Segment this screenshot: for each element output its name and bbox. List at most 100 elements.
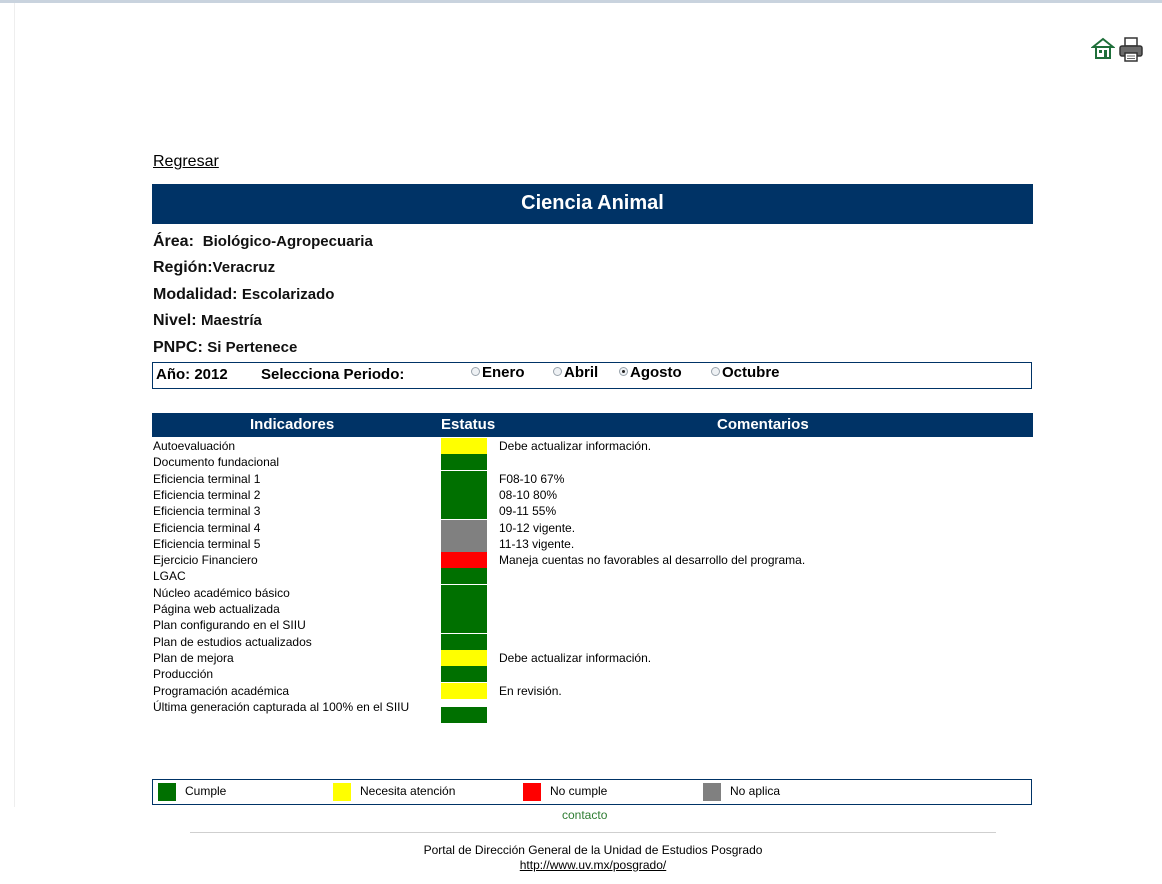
area-label: Área: bbox=[153, 233, 194, 250]
legend-label: No aplica bbox=[730, 784, 781, 798]
table-row: Página web actualizada bbox=[153, 601, 1033, 617]
table-row: Eficiencia terminal 2 08-10 80% bbox=[153, 486, 1033, 503]
period-select-label: Selecciona Periodo: bbox=[261, 366, 405, 383]
comment-text: En revisión. bbox=[499, 683, 562, 698]
table-row: Eficiencia terminal 3 09-11 55% bbox=[153, 503, 1033, 520]
home-icon[interactable] bbox=[1091, 36, 1115, 64]
indicator-name: Eficiencia terminal 5 bbox=[153, 536, 261, 551]
indicator-name: Eficiencia terminal 4 bbox=[153, 520, 261, 535]
legend-item-cumple: Cumple bbox=[158, 783, 226, 801]
status-cell bbox=[441, 535, 487, 552]
radio-agosto[interactable] bbox=[619, 367, 628, 376]
period-option-label: Abril bbox=[564, 364, 599, 381]
radio-enero[interactable] bbox=[471, 367, 480, 376]
status-cell bbox=[441, 601, 487, 617]
contact-link[interactable]: contacto bbox=[562, 808, 607, 822]
period-option-label: Enero bbox=[482, 364, 525, 381]
legend-item-no-aplica: No aplica bbox=[703, 783, 780, 801]
table-row: Núcleo académico básico bbox=[153, 584, 1033, 601]
comment-text: 11-13 vigente. bbox=[499, 536, 575, 551]
nivel-label: Nivel: bbox=[153, 312, 197, 329]
comment-text: Debe actualizar información. bbox=[499, 439, 652, 453]
footer-portal-text: Portal de Dirección General de la Unidad… bbox=[423, 843, 763, 857]
legend: Cumple Necesita atención No cumple No ap… bbox=[152, 779, 1032, 805]
status-cell bbox=[441, 617, 487, 634]
indicator-name: Autoevaluación bbox=[153, 439, 236, 453]
status-cell bbox=[441, 519, 487, 536]
table-row: Producción bbox=[153, 666, 1033, 683]
region-value: Veracruz bbox=[212, 259, 276, 276]
header-icons bbox=[1091, 36, 1145, 64]
modalidad-label: Modalidad: bbox=[153, 286, 238, 303]
radio-octubre[interactable] bbox=[711, 367, 720, 376]
nivel-row: Nivel: Maestría bbox=[153, 312, 262, 330]
period-option-label: Octubre bbox=[722, 364, 780, 381]
left-border bbox=[14, 3, 15, 807]
pnpc-row: PNPC: Si Pertenece bbox=[153, 339, 297, 357]
status-cell bbox=[441, 552, 487, 569]
period-option-enero[interactable]: Enero bbox=[471, 364, 525, 381]
footer-divider bbox=[190, 832, 996, 833]
table-row: Ejercicio Financiero Maneja cuentas no fa… bbox=[153, 552, 1033, 569]
legend-label: No cumple bbox=[550, 784, 608, 798]
legend-label: Cumple bbox=[185, 784, 227, 798]
table-row: LGAC bbox=[153, 568, 1033, 585]
table-row: Eficiencia terminal 4 10-12 vigente. bbox=[153, 519, 1033, 536]
radio-abril[interactable] bbox=[553, 367, 562, 376]
comment-text: Maneja cuentas no favorables al desarrol… bbox=[499, 553, 806, 568]
status-cell bbox=[441, 649, 487, 666]
program-title: Ciencia Animal bbox=[152, 184, 1033, 224]
indicator-name: Plan de mejora bbox=[153, 650, 234, 665]
table-row: Programación académica En revisión. bbox=[153, 682, 1033, 699]
comment-text: F08-10 67% bbox=[499, 471, 565, 486]
back-link[interactable]: Regresar bbox=[153, 153, 219, 171]
indicators-table-header: Indicadores Estatus Comentarios bbox=[152, 413, 1033, 437]
indicator-name: Eficiencia terminal 1 bbox=[153, 471, 261, 486]
indicator-name: Plan de estudios actualizados bbox=[153, 634, 312, 649]
legend-item-necesita-atencion: Necesita atención bbox=[333, 783, 455, 801]
indicator-name: Documento fundacional bbox=[153, 455, 280, 470]
period-option-abril[interactable]: Abril bbox=[553, 364, 598, 381]
table-row: Eficiencia terminal 5 11-13 vigente. bbox=[153, 535, 1033, 552]
period-selector: Año: 2012 Selecciona Periodo: Enero Abri… bbox=[152, 362, 1032, 389]
status-cell bbox=[441, 454, 487, 471]
table-row: Eficiencia terminal 1 F08-10 67% bbox=[153, 470, 1033, 487]
status-cell bbox=[441, 706, 487, 723]
indicator-name: Núcleo académico básico bbox=[153, 585, 290, 600]
table-row: Plan de estudios actualizados bbox=[153, 633, 1033, 650]
table-row: Última generación capturada al 100% en e… bbox=[153, 699, 1033, 731]
area-value: Biológico-Agropecuaria bbox=[202, 233, 373, 250]
legend-item-no-cumple: No cumple bbox=[523, 783, 607, 801]
indicator-name: LGAC bbox=[153, 569, 186, 584]
header-indicadores: Indicadores bbox=[250, 416, 335, 433]
status-cell bbox=[441, 438, 487, 454]
footer-portal-link[interactable]: http://www.uv.mx/posgrado/ bbox=[520, 858, 667, 872]
table-row: Plan de mejora Debe actualizar informació… bbox=[153, 649, 1033, 666]
comment-text: 10-12 vigente. bbox=[499, 520, 576, 535]
period-option-agosto[interactable]: Agosto bbox=[619, 364, 682, 381]
indicator-name: Ejercicio Financiero bbox=[153, 553, 258, 568]
printer-icon[interactable] bbox=[1117, 36, 1145, 64]
legend-swatch bbox=[333, 783, 351, 801]
pnpc-label: PNPC: bbox=[153, 339, 203, 356]
area-row: Área: Biológico-Agropecuaria bbox=[153, 233, 373, 251]
table-row: Documento fundacional bbox=[153, 454, 1033, 471]
legend-swatch bbox=[523, 783, 541, 801]
header-comentarios: Comentarios bbox=[717, 416, 809, 433]
indicator-name: Plan configurando en el SIIU bbox=[153, 618, 306, 633]
region-label: Región: bbox=[153, 259, 213, 276]
nivel-value: Maestría bbox=[201, 312, 262, 329]
period-option-label: Agosto bbox=[630, 364, 682, 381]
comment-text: Debe actualizar información. bbox=[499, 650, 652, 665]
legend-swatch bbox=[703, 783, 721, 801]
region-row: Región:Veracruz bbox=[153, 259, 275, 277]
indicator-name: Página web actualizada bbox=[153, 602, 280, 616]
top-border bbox=[0, 0, 1162, 3]
indicator-name: Eficiencia terminal 2 bbox=[153, 487, 261, 502]
status-cell bbox=[441, 682, 487, 699]
status-cell bbox=[441, 633, 487, 650]
period-option-octubre[interactable]: Octubre bbox=[711, 364, 780, 381]
comment-text: 08-10 80% bbox=[499, 487, 558, 502]
indicator-name: Última generación capturada al 100% en e… bbox=[153, 699, 410, 714]
status-cell bbox=[441, 666, 487, 683]
